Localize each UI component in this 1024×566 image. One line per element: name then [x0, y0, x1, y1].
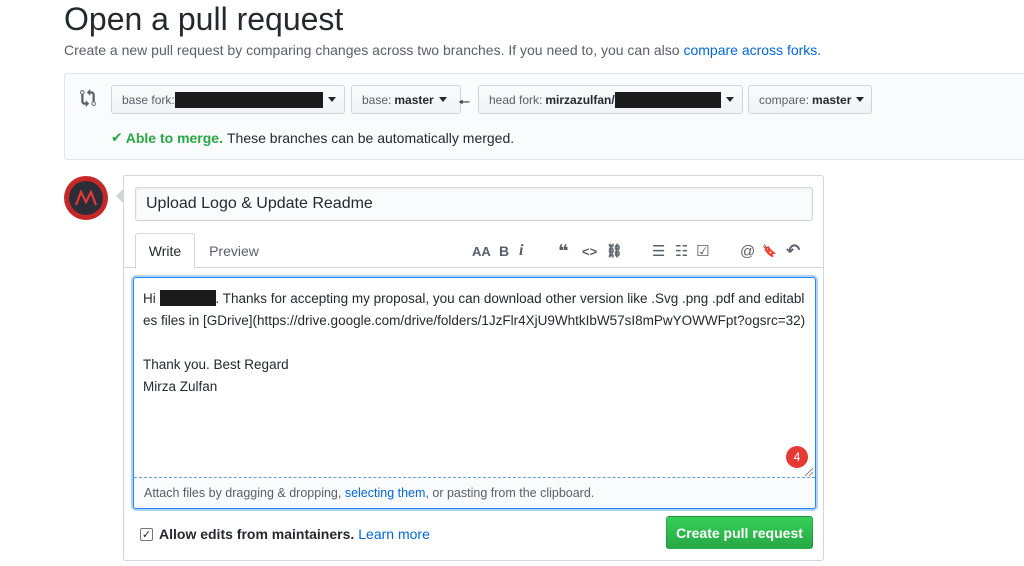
bookmark-icon[interactable]: 🔖	[762, 241, 777, 261]
check-icon: ✔	[111, 129, 123, 145]
base-branch-select[interactable]: base: master	[351, 85, 461, 114]
attach-suffix: , or pasting from the clipboard.	[425, 486, 595, 500]
pull-request-form: Write Preview AA B i ❝ <> ⛓ ☰ ☷ ☑ @ 🔖 ↶ …	[116, 175, 824, 561]
bold-icon[interactable]: B	[499, 241, 509, 261]
git-compare-icon	[80, 89, 96, 107]
head-fork-value: mirzazulfan/	[545, 92, 615, 107]
logo-mark-icon	[74, 190, 98, 206]
redacted-block	[174, 91, 323, 108]
base-fork-select[interactable]: base fork:	[111, 85, 345, 114]
link-icon[interactable]: ⛓	[606, 241, 623, 261]
pr-title-input[interactable]	[135, 187, 813, 221]
base-value: master	[394, 92, 434, 107]
reply-icon[interactable]: ↶	[786, 241, 800, 261]
attach-text: Attach files by dragging & dropping,	[144, 486, 345, 500]
head-fork-label: head fork:	[489, 92, 543, 107]
italic-icon[interactable]: i	[519, 241, 523, 261]
avatar[interactable]	[64, 176, 108, 220]
compare-value: master	[812, 92, 852, 107]
subtitle-text: Create a new pull request by comparing c…	[64, 42, 684, 58]
page-subtitle: Create a new pull request by comparing c…	[64, 40, 821, 60]
redacted-block	[614, 91, 721, 108]
merge-message: These branches can be automatically merg…	[226, 129, 515, 146]
head-fork-select[interactable]: head fork: mirzazulfan/	[478, 85, 743, 114]
avatar-logo-icon	[69, 181, 103, 215]
pr-body-textarea[interactable]: Hi . Thanks for accepting my proposal, y…	[133, 277, 816, 509]
page-title: Open a pull request	[64, 1, 344, 37]
merge-status: ✔ Able to merge. These branches can be a…	[111, 129, 514, 146]
body-text: . Thanks for accepting my proposal, you …	[143, 291, 806, 394]
compare-across-forks-link[interactable]: compare across forks	[683, 42, 817, 58]
allow-edits-row: ✓ Allow edits from maintainers. Learn mo…	[140, 526, 430, 542]
chevron-down-icon	[327, 97, 336, 102]
learn-more-link[interactable]: Learn more	[358, 526, 430, 542]
selecting-them-link[interactable]: selecting them	[345, 486, 426, 500]
redacted-block	[159, 290, 216, 306]
mention-icon[interactable]: @	[740, 241, 755, 261]
chevron-down-icon	[856, 97, 865, 102]
tab-write[interactable]: Write	[135, 233, 195, 269]
compare-range-box: base fork: base: master 🠔 head fork: mirza…	[64, 73, 1024, 160]
allow-edits-checkbox[interactable]: ✓	[140, 527, 153, 541]
unordered-list-icon[interactable]: ☰	[652, 241, 665, 261]
compare-label: compare:	[759, 92, 810, 107]
editor-tabs: Write Preview AA B i ❝ <> ⛓ ☰ ☷ ☑ @ 🔖 ↶	[124, 233, 823, 269]
body-greeting: Hi	[143, 291, 160, 306]
allow-edits-label[interactable]: Allow edits from maintainers.	[159, 526, 354, 542]
merge-ok-text: Able to merge.	[125, 129, 223, 146]
ordered-list-icon[interactable]: ☷	[675, 241, 688, 261]
chevron-down-icon	[726, 97, 734, 102]
code-icon[interactable]: <>	[582, 241, 597, 261]
heading-icon[interactable]: AA	[472, 241, 491, 261]
base-fork-label: base fork:	[122, 92, 175, 107]
base-label: base:	[362, 92, 392, 107]
notification-badge: 4	[786, 446, 808, 468]
arrow-left-icon: 🠔	[458, 94, 471, 110]
attach-files-bar[interactable]: Attach files by dragging & dropping, sel…	[134, 477, 815, 508]
task-list-icon[interactable]: ☑	[696, 241, 709, 261]
quote-icon[interactable]: ❝	[558, 241, 569, 261]
resize-handle-icon[interactable]	[804, 467, 814, 477]
chevron-down-icon	[438, 97, 447, 102]
compare-branch-select[interactable]: compare: master	[748, 85, 872, 114]
create-pull-request-button[interactable]: Create pull request	[666, 516, 813, 549]
subtitle-suffix: .	[817, 42, 822, 58]
tab-preview[interactable]: Preview	[201, 233, 267, 269]
pr-body-text[interactable]: Hi . Thanks for accepting my proposal, y…	[143, 288, 808, 398]
